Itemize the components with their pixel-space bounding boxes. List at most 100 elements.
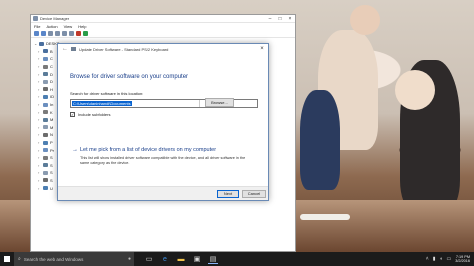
- expand-icon[interactable]: ›: [38, 56, 41, 61]
- update-driver-icon[interactable]: [62, 31, 67, 36]
- maximize-icon[interactable]: □: [275, 15, 285, 23]
- expand-icon[interactable]: ›: [38, 140, 41, 145]
- expand-icon[interactable]: ›: [38, 163, 41, 168]
- device-category-icon: [43, 64, 48, 69]
- tree-item-label: S: [50, 177, 53, 183]
- expand-icon[interactable]: ›: [38, 155, 41, 160]
- expand-icon[interactable]: ›: [38, 79, 41, 84]
- wallpaper-face: [350, 5, 380, 35]
- tree-item-label: K: [50, 109, 53, 115]
- device-category-icon: [43, 148, 48, 153]
- dialog-heading: Browse for driver software on your compu…: [70, 74, 189, 80]
- clock-date: 3/2/2016: [455, 259, 470, 263]
- tree-item-label: In: [50, 102, 54, 108]
- edge-browser-icon[interactable]: e: [160, 254, 170, 264]
- device-manager-taskbar-icon[interactable]: ▤: [208, 254, 218, 264]
- cancel-button[interactable]: Cancel: [242, 190, 266, 198]
- device-category-icon: [43, 117, 48, 122]
- scan-hardware-icon[interactable]: [69, 31, 74, 36]
- expand-icon[interactable]: ›: [38, 170, 41, 175]
- expand-icon[interactable]: ›: [38, 102, 41, 107]
- device-category-icon: [43, 125, 48, 130]
- device-category-icon: [43, 94, 48, 99]
- chevron-up-icon[interactable]: ˄: [426, 256, 429, 262]
- collapse-icon[interactable]: ⌄: [34, 41, 37, 46]
- tree-item-label: N: [50, 132, 53, 138]
- tree-item-label: S: [50, 155, 53, 161]
- wallpaper-chips: [300, 214, 350, 220]
- device-category-icon: [43, 110, 48, 115]
- menu-file[interactable]: File: [34, 24, 40, 29]
- expand-icon[interactable]: ›: [38, 49, 41, 54]
- tree-item-label: P: [50, 140, 53, 146]
- wallpaper-face: [395, 70, 435, 110]
- expand-icon[interactable]: ›: [38, 72, 41, 77]
- include-subfolders-row[interactable]: ✓ Include subfolders: [70, 112, 110, 117]
- arrow-right-icon: →: [72, 147, 78, 153]
- device-category-icon: [43, 49, 48, 54]
- task-view-icon[interactable]: ▭: [144, 254, 154, 264]
- device-category-icon: [43, 72, 48, 77]
- device-category-icon: [43, 178, 48, 183]
- wallpaper-person: [300, 90, 340, 190]
- computer-icon: [39, 41, 44, 46]
- device-manager-app-icon: [33, 16, 38, 21]
- taskbar-search-placeholder: Search the web and Windows: [23, 256, 84, 262]
- tree-item-label: H: [50, 86, 53, 92]
- tree-item-label: M: [50, 117, 54, 123]
- file-explorer-icon[interactable]: ▬: [176, 254, 186, 264]
- microphone-icon[interactable]: ●: [128, 256, 131, 262]
- expand-icon[interactable]: ›: [38, 125, 41, 130]
- pick-from-list-title[interactable]: Let me pick from a list of device driver…: [80, 147, 216, 153]
- expand-icon[interactable]: ›: [38, 64, 41, 69]
- driver-path-selected-text: C:\Users\daninhandi\Documents: [72, 101, 132, 106]
- expand-icon[interactable]: ›: [38, 148, 41, 153]
- uninstall-icon[interactable]: [76, 31, 81, 36]
- store-icon[interactable]: ▣: [192, 254, 202, 264]
- expand-icon[interactable]: ›: [38, 132, 41, 137]
- pick-from-list-description: This list will show installed driver sof…: [80, 156, 246, 165]
- back-icon[interactable]: [34, 31, 39, 36]
- device-icon: [71, 47, 76, 51]
- dialog-title: Update Driver Software - Standard PS/2 K…: [79, 46, 169, 52]
- device-category-icon: [43, 102, 48, 107]
- taskbar-search-box[interactable]: ⌕ Search the web and Windows ●: [14, 252, 134, 266]
- menu-help[interactable]: Help: [78, 24, 86, 29]
- expand-icon[interactable]: ›: [38, 117, 41, 122]
- expand-icon[interactable]: ›: [38, 94, 41, 99]
- update-driver-dialog: ← Update Driver Software - Standard PS/2…: [57, 43, 269, 201]
- tree-item-label: B: [50, 48, 53, 54]
- browse-button[interactable]: Browse...: [205, 98, 234, 107]
- dialog-footer: Next Cancel: [58, 186, 268, 200]
- expand-icon[interactable]: ›: [38, 87, 41, 92]
- expand-icon[interactable]: ›: [38, 178, 41, 183]
- close-icon[interactable]: ×: [285, 15, 295, 23]
- search-location-label: Search for driver software in this locat…: [70, 91, 144, 96]
- start-button[interactable]: [0, 252, 14, 266]
- next-button[interactable]: Next: [217, 190, 239, 198]
- taskbar-apps: ▭ e ▬ ▣ ▤: [144, 254, 218, 264]
- help-icon[interactable]: [55, 31, 60, 36]
- menu-action[interactable]: Action: [46, 24, 57, 29]
- notifications-icon[interactable]: ▭: [446, 256, 451, 262]
- expand-icon[interactable]: ›: [38, 110, 41, 115]
- device-category-icon: [43, 186, 48, 191]
- menu-view[interactable]: View: [64, 24, 73, 29]
- dialog-close-icon[interactable]: ×: [256, 44, 268, 54]
- properties-icon[interactable]: [48, 31, 53, 36]
- network-icon[interactable]: ▮: [433, 256, 436, 262]
- tree-item-label: M: [50, 124, 54, 130]
- dialog-titlebar[interactable]: ← Update Driver Software - Standard PS/2…: [58, 44, 268, 54]
- expand-icon[interactable]: ›: [38, 186, 41, 191]
- include-subfolders-checkbox[interactable]: ✓: [70, 112, 75, 117]
- enable-device-icon[interactable]: [83, 31, 88, 36]
- minimize-icon[interactable]: –: [265, 15, 275, 23]
- include-subfolders-label: Include subfolders: [78, 112, 111, 117]
- device-manager-titlebar[interactable]: Device Manager – □ ×: [31, 15, 295, 23]
- back-arrow-icon[interactable]: ←: [62, 46, 68, 52]
- device-category-icon: [43, 155, 48, 160]
- forward-icon[interactable]: [41, 31, 46, 36]
- clock[interactable]: 7:19 PM 3/2/2016: [455, 255, 470, 264]
- device-category-icon: [43, 79, 48, 84]
- volume-icon[interactable]: ◖: [439, 256, 442, 262]
